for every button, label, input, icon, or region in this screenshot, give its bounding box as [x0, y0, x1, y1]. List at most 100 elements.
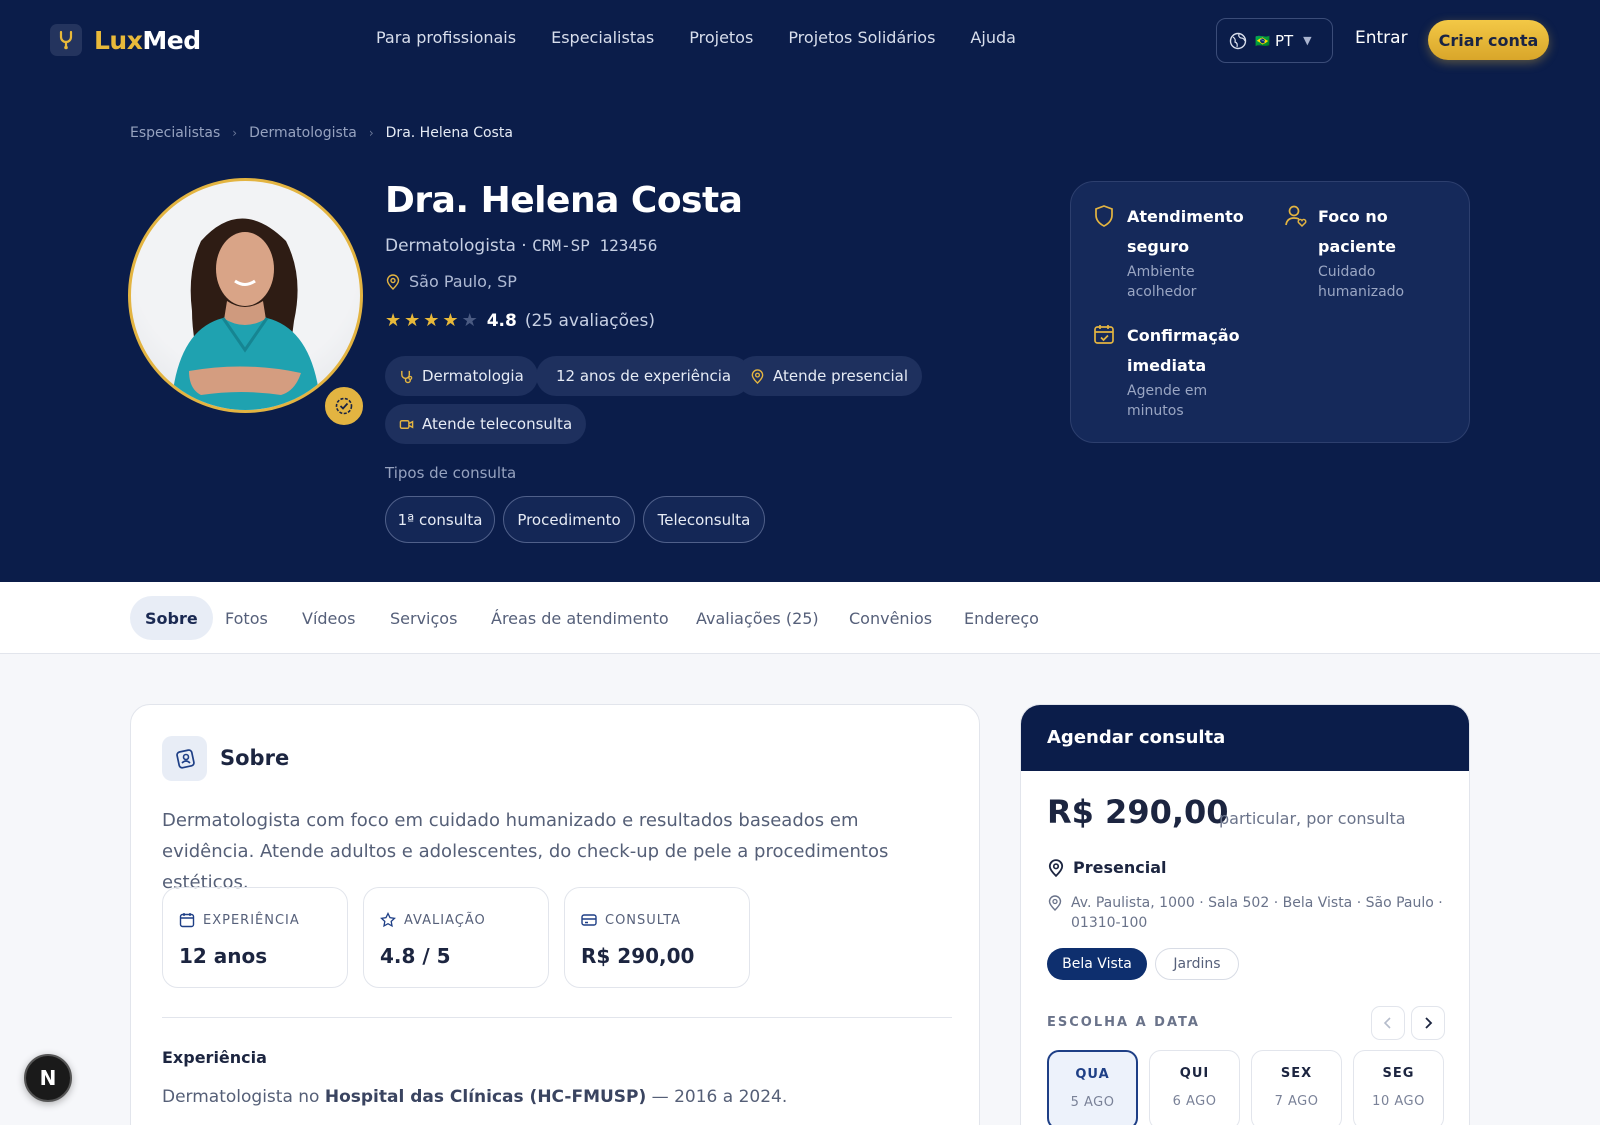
experience-hospital: Hospital das Clínicas (HC-FMUSP): [324, 1087, 647, 1107]
feature-title-line2: seguro: [1127, 237, 1190, 256]
consult-price: R$ 290,00: [1047, 793, 1229, 831]
chip-experiencia: 12 anos de experiência: [536, 356, 752, 396]
rating-score: 4.8: [486, 310, 517, 331]
video-icon: [399, 419, 414, 429]
date-day: 5 AGO: [1070, 1095, 1115, 1110]
consult-type-primeira[interactable]: 1ª consulta: [385, 496, 495, 543]
crm-number: CRM-SP 123456: [532, 236, 658, 255]
create-account-button[interactable]: Criar conta: [1428, 20, 1549, 60]
specialty-separator: ·: [521, 236, 527, 256]
nav-link-para-profissionais[interactable]: Para profissionais: [376, 28, 516, 47]
tab-avaliacoes[interactable]: Avaliações (25): [696, 596, 819, 640]
nav-link-especialistas[interactable]: Especialistas: [551, 28, 654, 47]
dev-tools-button[interactable]: N: [24, 1054, 72, 1102]
feature-title-line2: paciente: [1318, 237, 1396, 256]
signin-link[interactable]: Entrar: [1355, 28, 1408, 48]
address-text: Av. Paulista, 1000 · Sala 502 · Bela Vis…: [1071, 895, 1443, 931]
booking-title: Agendar consulta: [1047, 727, 1226, 748]
logo-text-lux: Lux: [94, 25, 143, 55]
calendar-icon: [179, 913, 195, 928]
consult-type-procedimento[interactable]: Procedimento: [503, 496, 635, 543]
consult-type-teleconsulta[interactable]: Teleconsulta: [643, 496, 765, 543]
neighborhood-bela-vista[interactable]: Bela Vista: [1047, 948, 1147, 980]
neighborhood-jardins[interactable]: Jardins: [1155, 948, 1239, 980]
feature-desc-line1: Ambiente: [1127, 264, 1195, 280]
modality-presencial[interactable]: Presencial: [1047, 858, 1166, 877]
tab-sobre[interactable]: Sobre: [130, 596, 213, 640]
date-weekday: SEX: [1280, 1066, 1313, 1081]
nav-link-ajuda[interactable]: Ajuda: [970, 28, 1016, 47]
date-option-seg[interactable]: SEG 10 AGO: [1353, 1050, 1444, 1125]
breadcrumb: Especialistas › Dermatologista › Dra. He…: [130, 125, 513, 141]
chip-label: Atende teleconsulta: [422, 415, 573, 433]
experience-post: — 2016 a 2024.: [646, 1087, 788, 1107]
feature-desc-line2: acolhedor: [1127, 284, 1197, 300]
nav-link-projetos-solidarios[interactable]: Projetos Solidários: [788, 28, 935, 47]
stat-label: CONSULTA: [605, 912, 682, 928]
logo-text-med: Med: [142, 25, 201, 55]
date-option-sex[interactable]: SEX 7 AGO: [1251, 1050, 1342, 1125]
chevron-right-icon: ›: [232, 126, 238, 140]
consult-types-label: Tipos de consulta: [385, 464, 517, 482]
nav-link-projetos[interactable]: Projetos: [689, 28, 753, 47]
stat-consulta: CONSULTA R$ 290,00: [564, 887, 750, 988]
date-day: 10 AGO: [1372, 1094, 1425, 1109]
card-icon: [581, 914, 597, 926]
chevron-right-icon: ›: [368, 126, 374, 140]
tab-endereco[interactable]: Endereço: [964, 596, 1039, 640]
rating-count[interactable]: (25 avaliações): [525, 311, 655, 331]
stethoscope-logo-icon: [50, 24, 82, 56]
stat-label: AVALIAÇÃO: [404, 912, 486, 928]
feature-confirmacao-imediata: Confirmação imediata Agende em minutos: [1093, 321, 1258, 421]
shield-icon: [1095, 205, 1113, 227]
id-card-icon: [162, 736, 207, 781]
modality-label: Presencial: [1073, 858, 1167, 877]
doctor-rating: ★ ★ ★ ★ ★ 4.8 (25 avaliações): [385, 310, 655, 331]
language-code: PT: [1274, 31, 1294, 50]
date-day: 6 AGO: [1172, 1094, 1217, 1109]
stat-value: R$ 290,00: [581, 944, 695, 968]
stat-value: 12 anos: [179, 944, 268, 968]
star-filled-icon: ★: [385, 310, 402, 331]
tab-convenios[interactable]: Convênios: [849, 596, 932, 640]
chip-label: 12 anos de experiência: [556, 367, 732, 385]
doctor-location: São Paulo, SP: [385, 272, 517, 291]
logo[interactable]: LuxMed: [50, 24, 201, 56]
booking-header: Agendar consulta: [1021, 705, 1469, 771]
about-title: Sobre: [220, 746, 290, 770]
flag-brazil-icon: 🇧🇷: [1255, 33, 1270, 48]
stat-label: EXPERIÊNCIA: [203, 912, 300, 928]
doctor-avatar: [128, 178, 363, 413]
date-option-qua[interactable]: QUA 5 AGO: [1047, 1050, 1138, 1125]
clinic-address: Av. Paulista, 1000 · Sala 502 · Bela Vis…: [1047, 893, 1447, 933]
map-pin-icon: [1048, 895, 1062, 911]
doctor-specialty: Dermatologista · CRM-SP 123456: [385, 236, 657, 256]
calendar-check-icon: [1094, 325, 1114, 344]
chip-label: Dermatologia: [422, 367, 524, 385]
star-filled-icon: ★: [404, 310, 421, 331]
experience-text: Dermatologista no Hospital das Clínicas …: [162, 1087, 787, 1107]
breadcrumb-dermatologista[interactable]: Dermatologista: [249, 125, 357, 141]
experience-title: Experiência: [162, 1048, 267, 1067]
date-prev-button[interactable]: [1371, 1006, 1405, 1040]
language-selector[interactable]: 🇧🇷 PT ▼: [1216, 18, 1333, 63]
specialty-text: Dermatologista: [385, 236, 516, 256]
date-option-qui[interactable]: QUI 6 AGO: [1149, 1050, 1240, 1125]
tab-videos[interactable]: Vídeos: [302, 596, 356, 640]
chevron-right-icon: [1425, 1017, 1433, 1029]
tab-areas-atendimento[interactable]: Áreas de atendimento: [491, 596, 669, 640]
date-next-button[interactable]: [1411, 1006, 1445, 1040]
profile-tabs: Sobre Fotos Vídeos Serviços Áreas de ate…: [0, 582, 1600, 654]
feature-atendimento-seguro: Atendimento seguro Ambiente acolhedor: [1093, 202, 1258, 302]
hero-section: LuxMed Para profissionais Especialistas …: [0, 0, 1600, 582]
star-icon: [380, 912, 396, 928]
rating-stars: ★ ★ ★ ★ ★: [385, 310, 481, 331]
breadcrumb-especialistas[interactable]: Especialistas: [130, 125, 220, 141]
tab-servicos[interactable]: Serviços: [390, 596, 457, 640]
star-empty-icon: ★: [461, 310, 478, 331]
price-subtitle: particular, por consulta: [1219, 809, 1406, 828]
chevron-left-icon: [1383, 1017, 1391, 1029]
main-nav-links: Para profissionais Especialistas Projeto…: [376, 28, 1051, 47]
tab-fotos[interactable]: Fotos: [225, 596, 268, 640]
about-card: Sobre Dermatologista com foco em cuidado…: [130, 704, 980, 1125]
